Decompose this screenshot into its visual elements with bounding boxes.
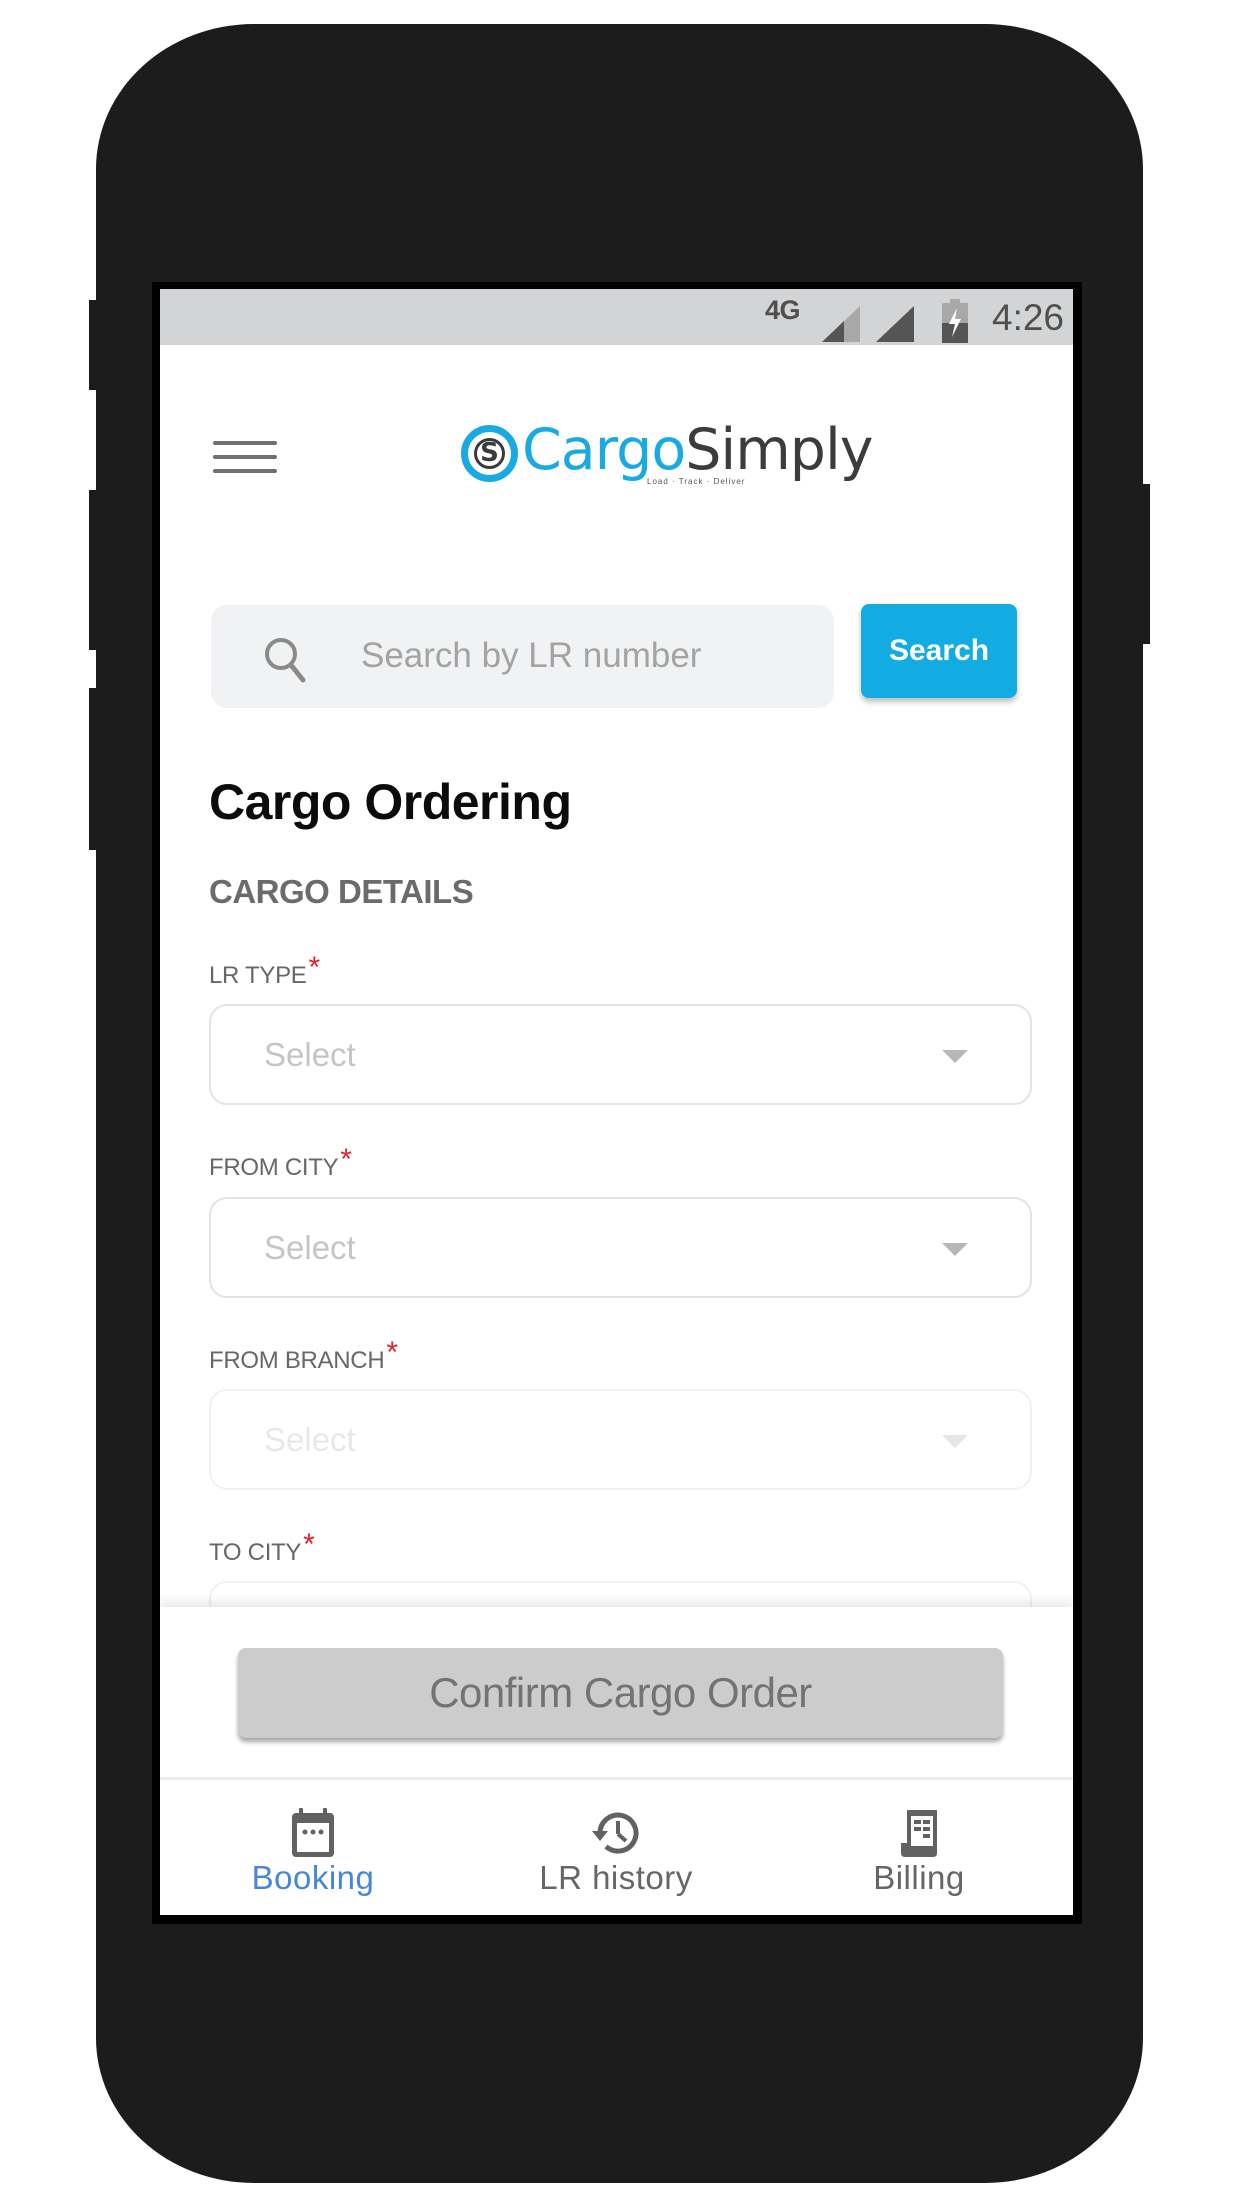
from-branch-select[interactable]: Select <box>209 1389 1032 1490</box>
field-label-to-city: TO CITY* <box>209 1528 315 1566</box>
search-box[interactable] <box>211 605 834 708</box>
battery-charging-icon <box>942 299 968 343</box>
lr-type-select[interactable]: Select <box>209 1004 1032 1105</box>
select-placeholder: Select <box>264 1036 356 1073</box>
field-label-lr-type: LR TYPE* <box>209 951 320 989</box>
receipt-icon <box>901 1810 937 1857</box>
required-marker: * <box>340 1143 352 1176</box>
from-city-select[interactable]: Select <box>209 1197 1032 1298</box>
history-icon <box>592 1812 639 1854</box>
logo-tagline: Load · Track · Deliver <box>647 477 746 486</box>
dropdown-arrow-icon <box>942 1050 968 1063</box>
logo-wordmark: CargoSimply <box>522 417 874 483</box>
nav-label: Booking <box>251 1859 375 1896</box>
nav-item-billing[interactable]: Billing <box>769 1780 1069 1915</box>
dropdown-arrow-icon <box>942 1243 968 1256</box>
select-placeholder: Select <box>264 1229 356 1266</box>
phone-screen: 4G 4:26 S CargoSimply Load · Track · Del… <box>160 289 1073 1915</box>
required-marker: * <box>303 1528 315 1561</box>
search-button[interactable]: Search <box>861 604 1017 698</box>
calendar-icon <box>292 1808 334 1857</box>
page-title: Cargo Ordering <box>209 774 572 830</box>
nav-label: LR history <box>539 1859 693 1896</box>
search-icon <box>265 638 306 683</box>
action-footer: Confirm Cargo Order <box>160 1607 1073 1779</box>
field-label-from-branch: FROM BRANCH* <box>209 1336 398 1374</box>
signal-icon <box>876 306 914 342</box>
clock: 4:26 <box>992 297 1065 338</box>
field-label-from-city: FROM CITY* <box>209 1143 352 1181</box>
confirm-cargo-order-button[interactable]: Confirm Cargo Order <box>238 1648 1003 1738</box>
nav-item-booking[interactable]: Booking <box>163 1780 463 1915</box>
app-logo: S CargoSimply Load · Track · Deliver <box>461 417 874 493</box>
nav-item-lr-history[interactable]: LR history <box>466 1780 766 1915</box>
logo-brand-simply: Simply <box>685 417 873 483</box>
bottom-nav: Booking LR history Billing <box>160 1777 1073 1915</box>
section-title: CARGO DETAILS <box>209 873 474 910</box>
dropdown-arrow-icon <box>942 1435 968 1448</box>
status-bar: 4G 4:26 <box>160 289 1073 345</box>
required-marker: * <box>386 1336 398 1369</box>
select-placeholder: Select <box>264 1421 356 1458</box>
logo-mark-icon: S <box>461 425 518 482</box>
network-type: 4G <box>765 295 801 325</box>
logo-brand-cargo: Cargo <box>522 417 686 483</box>
search-input[interactable] <box>361 627 801 685</box>
nav-label: Billing <box>873 1859 965 1896</box>
signal-icon <box>822 306 860 342</box>
required-marker: * <box>308 951 321 984</box>
hamburger-menu-icon[interactable] <box>213 439 277 475</box>
